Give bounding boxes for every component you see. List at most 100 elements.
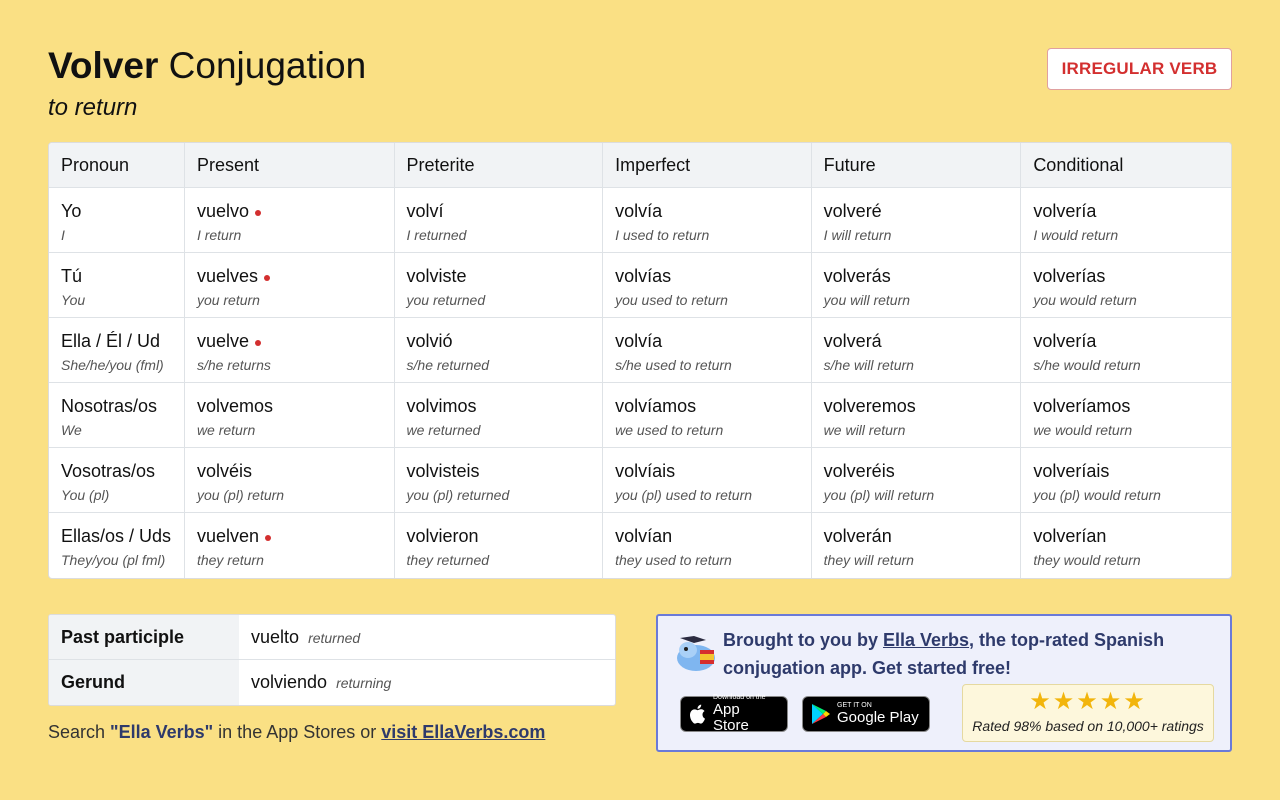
verb-meaning: to return	[48, 94, 138, 121]
form-text: volveré	[823, 201, 882, 221]
conjugated-form: volvió	[407, 330, 591, 352]
form-text: volvíais	[615, 461, 676, 481]
conjugated-form: volverás	[824, 265, 1009, 287]
conjugation-cell: vuelve s/he returns	[184, 318, 395, 383]
form-text: vuelve	[196, 331, 249, 351]
table-row: Ella / Él / Ud She/he/you (fml) vuelve s/he…	[49, 318, 1231, 383]
conjugated-form: volvería	[1033, 330, 1219, 352]
conjugated-form: volvéis	[197, 460, 382, 482]
past-participle-row: Past participle vuelto returned	[49, 615, 615, 660]
table-row: Nosotras/os We volvemos we return volvimos we…	[49, 383, 1231, 448]
pronoun-translation: They/you (pl fml)	[61, 552, 166, 568]
form-text: volvió	[406, 331, 453, 351]
header-imperfect: Imperfect	[603, 143, 812, 188]
google-play-button[interactable]: GET IT ON Google Play	[802, 696, 930, 732]
form-text: vuelven	[196, 526, 259, 546]
conjugation-cell: volvería s/he would return	[1021, 318, 1231, 383]
conjugation-cell: volveremos we will return	[811, 383, 1022, 448]
apple-icon	[689, 704, 707, 724]
conjugation-cell: volveré I will return	[811, 188, 1022, 253]
form-text: volvería	[1033, 201, 1097, 221]
pronoun-cell: Ellas/os / Uds They/you (pl fml)	[49, 513, 185, 578]
app-store-big-text: App Store	[713, 701, 749, 734]
ella-verbs-link[interactable]: Ella Verbs	[883, 630, 969, 650]
conjugated-form: volvíais	[615, 460, 799, 482]
form-translation: they will return	[823, 552, 914, 568]
pronoun-translation: We	[61, 422, 82, 438]
conjugation-cell: volvieron they returned	[395, 513, 604, 578]
conjugated-form: volverá	[824, 330, 1009, 352]
table-header-row: Pronoun Present Preterite Imperfect Futu…	[49, 143, 1231, 188]
page-title: Volver Conjugation	[48, 44, 366, 88]
form-text: volverás	[823, 266, 891, 286]
gerund-translation: returning	[336, 675, 392, 691]
conjugation-cell: volvíamos we used to return	[603, 383, 812, 448]
conjugated-form: vuelves	[197, 265, 382, 287]
google-play-big-text: Google Play	[837, 709, 919, 726]
conjugation-cell: vuelven they return	[185, 513, 395, 578]
form-text: volverían	[1033, 526, 1107, 546]
pronoun: Ella / Él / Ud	[61, 331, 161, 351]
conjugated-form: volvemos	[197, 395, 382, 417]
form-text: vuelvo	[196, 201, 249, 221]
conjugated-form: vuelve	[197, 330, 382, 352]
conjugated-form: volveré	[824, 200, 1009, 222]
gerund-row: Gerund volviendo returning	[49, 660, 615, 705]
header-pronoun: Pronoun	[49, 143, 185, 188]
conjugation-cell: volvimos we returned	[394, 383, 604, 448]
form-text: volvéis	[196, 461, 252, 481]
conjugation-cell: volvía s/he used to return	[603, 318, 812, 383]
conjugation-cell: volvéis you (pl) return	[184, 448, 395, 513]
conjugation-cell: volverías you would return	[1021, 253, 1231, 318]
conjugated-form: volvía	[615, 200, 799, 222]
form-translation: s/he will return	[823, 357, 914, 373]
form-text: volvías	[615, 266, 672, 286]
header-conditional: Conditional	[1021, 143, 1231, 188]
header-future: Future	[811, 143, 1022, 188]
form-translation: you would return	[1033, 292, 1137, 308]
form-translation: I will return	[823, 227, 892, 243]
form-translation: you (pl) return	[196, 487, 285, 503]
search-term: "Ella Verbs"	[110, 722, 214, 742]
conjugated-form: volveríamos	[1033, 395, 1219, 417]
form-text: volvían	[615, 526, 673, 546]
app-search-hint: Search "Ella Verbs" in the App Stores or…	[48, 722, 545, 743]
irregular-dot-icon	[264, 534, 271, 541]
form-text: volveríais	[1033, 461, 1110, 481]
app-store-button[interactable]: Download on the App Store	[680, 694, 788, 734]
conjugation-cell: volveréis you (pl) will return	[811, 448, 1022, 513]
conjugated-form: volvisteis	[407, 460, 591, 482]
form-text: volvemos	[196, 396, 273, 416]
form-translation: I returned	[406, 227, 467, 243]
visit-site-link[interactable]: visit EllaVerbs.com	[381, 722, 545, 742]
conjugation-cell: volví I returned	[394, 188, 604, 253]
conjugated-form: volvieron	[407, 525, 591, 547]
conjugation-cell: volvías you used to return	[603, 253, 812, 318]
conjugated-form: volvíamos	[615, 395, 799, 417]
past-participle-translation: returned	[308, 629, 361, 646]
past-participle-value: vuelto returned	[239, 615, 615, 660]
form-text: volvía	[615, 201, 663, 221]
form-text: volveremos	[823, 396, 916, 416]
pronoun: Yo	[61, 201, 82, 221]
google-play-label: GET IT ON Google Play	[837, 702, 919, 726]
conjugation-cell: volverán they will return	[812, 513, 1022, 578]
form-text: volvíamos	[615, 396, 697, 416]
pronoun-translation: I	[61, 227, 65, 243]
conjugated-form: volviste	[407, 265, 591, 287]
pronoun: Ellas/os / Uds	[61, 526, 172, 546]
promo-box: Brought to you by Ella Verbs, the top-ra…	[656, 614, 1232, 752]
form-text: volvieron	[406, 526, 479, 546]
form-text: volveríamos	[1033, 396, 1131, 416]
form-translation: they returned	[406, 552, 490, 568]
conjugated-form: volvería	[1033, 200, 1219, 222]
form-text: vuelves	[196, 266, 258, 286]
promo-text-before: Brought to you by	[723, 630, 883, 650]
form-translation: you will return	[823, 292, 911, 308]
pronoun: Tú	[61, 266, 83, 286]
conjugated-form: volvías	[615, 265, 799, 287]
form-translation: they return	[196, 552, 264, 568]
pronoun-cell: Vosotras/os You (pl)	[49, 448, 185, 513]
form-translation: we return	[196, 422, 256, 438]
conjugated-form: volveremos	[824, 395, 1009, 417]
